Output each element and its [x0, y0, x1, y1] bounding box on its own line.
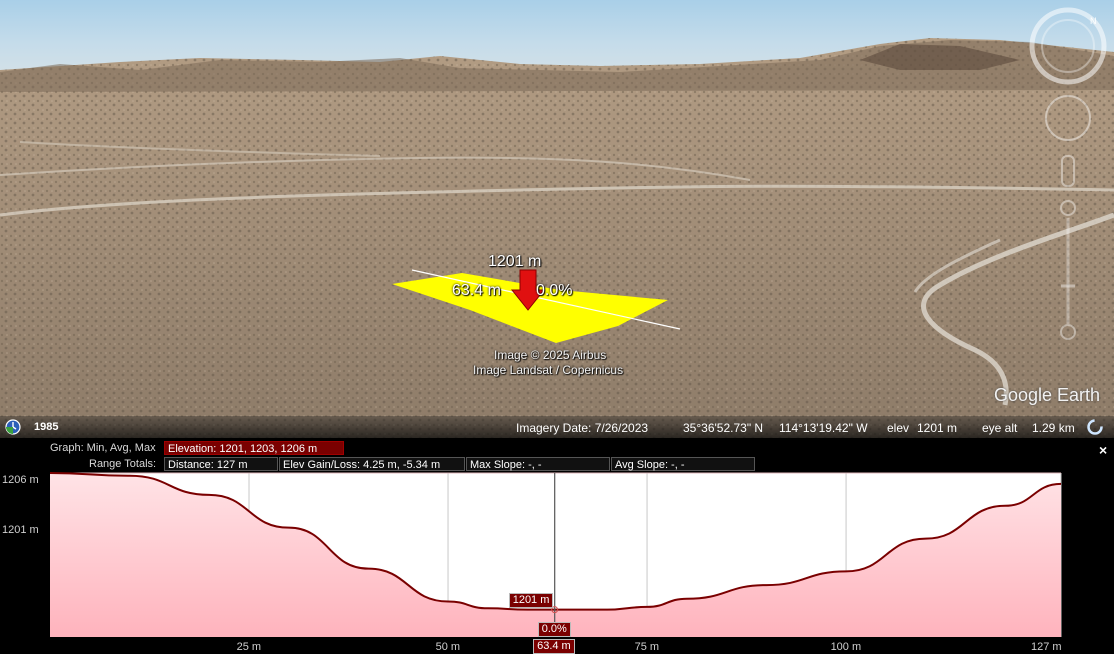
y-tick-label: 1201 m	[2, 524, 39, 536]
zoom-slider-icon[interactable]	[1060, 200, 1076, 340]
google-earth-logo: Google Earth	[994, 385, 1101, 405]
close-icon[interactable]: ×	[1099, 442, 1107, 458]
measure-slope-label: 0.0%	[536, 282, 573, 299]
graph-label: Graph: Min, Avg, Max	[50, 442, 156, 454]
elevation-label: elev	[887, 421, 910, 435]
x-tick-label: 100 m	[830, 641, 862, 653]
clock-icon[interactable]	[5, 419, 21, 435]
distance-total: Distance: 127 m	[164, 457, 278, 471]
eye-alt-readout: 1.29 km	[1032, 421, 1075, 435]
imagery-copyright: Image © 2025 Airbus	[494, 348, 607, 362]
y-tick-label: 1206 m	[2, 474, 39, 486]
eye-alt-label: eye alt	[982, 421, 1018, 435]
avg-slope: Avg Slope: -, -	[611, 457, 755, 471]
elevation-readout: 1201 m	[917, 421, 958, 435]
historical-imagery-year[interactable]: 1985	[34, 421, 58, 433]
x-tick-label: 127 m	[1031, 641, 1062, 653]
range-totals-label: Range Totals:	[89, 458, 157, 470]
x-tick-label: 50 m	[435, 641, 461, 653]
measure-elevation-label: 1201 m	[488, 253, 542, 270]
look-joystick-icon[interactable]	[1045, 95, 1091, 141]
svg-text:N: N	[1090, 16, 1097, 26]
latitude-readout: 35°36'52.73" N	[683, 421, 764, 435]
cursor-slope-tag: 0.0%	[537, 622, 571, 637]
imagery-date: Imagery Date: 7/26/2023	[516, 421, 649, 435]
x-tick-label: 75 m	[634, 641, 660, 653]
cursor-elevation-tag: 1201 m	[508, 592, 554, 608]
longitude-readout: 114°13'19.42" W	[779, 421, 868, 435]
streaming-icon	[1087, 419, 1103, 435]
pegman-icon[interactable]	[1061, 155, 1075, 187]
elevation-stats: Elevation: 1201, 1203, 1206 m	[164, 441, 344, 455]
imagery-copyright: Image Landsat / Copernicus	[473, 363, 624, 377]
x-tick-label: 25 m	[236, 641, 262, 653]
max-slope: Max Slope: -, -	[466, 457, 610, 471]
navigation-controls[interactable]: N	[1028, 6, 1108, 346]
measure-distance-label: 63.4 m	[452, 282, 501, 299]
elev-gain-loss: Elev Gain/Loss: 4.25 m, -5.34 m	[279, 457, 465, 471]
x-tick-label: 63.4 m	[533, 639, 575, 654]
compass-icon[interactable]: N	[1029, 7, 1107, 85]
earth-viewport[interactable]: 1201 m 63.4 m 0.0% Image © 2025 Airbus I…	[0, 0, 1114, 438]
